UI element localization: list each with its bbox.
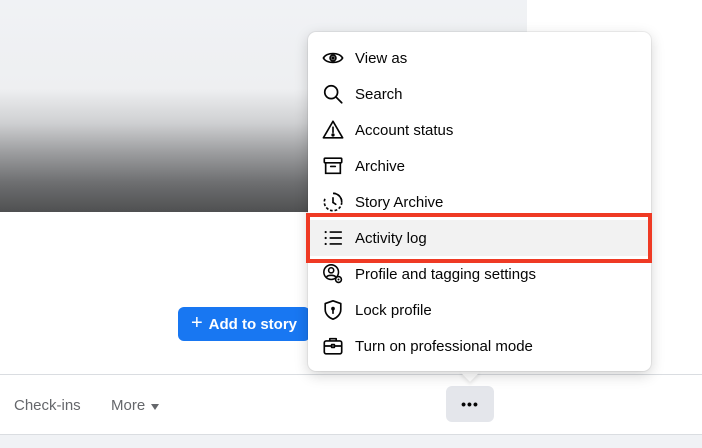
menu-item-label: Turn on professional mode — [355, 337, 533, 355]
menu-item-professional-mode[interactable]: Turn on professional mode — [308, 328, 651, 364]
menu-item-label: Profile and tagging settings — [355, 265, 536, 283]
briefcase-icon — [321, 334, 345, 358]
menu-item-view-as[interactable]: View as — [308, 40, 651, 76]
tab-more-label: More — [111, 397, 146, 414]
add-to-story-label: Add to story — [208, 315, 298, 333]
story-archive-clock-icon — [321, 190, 345, 214]
menu-item-label: Story Archive — [355, 193, 444, 211]
menu-item-archive[interactable]: Archive — [308, 148, 651, 184]
menu-item-search[interactable]: Search — [308, 76, 651, 112]
menu-item-label: Search — [355, 85, 403, 103]
ellipsis-icon: ••• — [461, 396, 479, 412]
add-to-story-button[interactable]: + Add to story — [178, 307, 310, 341]
menu-item-lock-profile[interactable]: Lock profile — [308, 292, 651, 328]
menu-item-label: View as — [355, 49, 408, 67]
profile-tabs-bar: Check-ins More — [0, 375, 702, 435]
profile-options-menu: View as Search Account status Archive St… — [308, 32, 651, 371]
menu-item-story-archive[interactable]: Story Archive — [308, 184, 651, 220]
menu-item-label: Lock profile — [355, 301, 432, 319]
menu-item-account-status[interactable]: Account status — [308, 112, 651, 148]
lock-shield-icon — [321, 298, 345, 322]
archive-box-icon — [321, 154, 345, 178]
caret-down-icon — [151, 403, 160, 410]
list-icon — [321, 226, 345, 250]
tab-check-ins[interactable]: Check-ins — [14, 397, 81, 414]
profile-gear-icon — [321, 262, 345, 286]
eye-icon — [321, 46, 345, 70]
menu-item-profile-tagging-settings[interactable]: Profile and tagging settings — [308, 256, 651, 292]
search-icon — [321, 82, 345, 106]
menu-item-label: Activity log — [355, 229, 427, 247]
plus-icon: + — [190, 312, 203, 334]
menu-item-activity-log[interactable]: Activity log — [308, 220, 651, 256]
menu-item-label: Account status — [355, 121, 454, 139]
warning-triangle-icon — [321, 118, 345, 142]
menu-item-label: Archive — [355, 157, 406, 175]
tab-more[interactable]: More — [111, 397, 160, 414]
profile-more-options-button[interactable]: ••• — [446, 386, 494, 422]
